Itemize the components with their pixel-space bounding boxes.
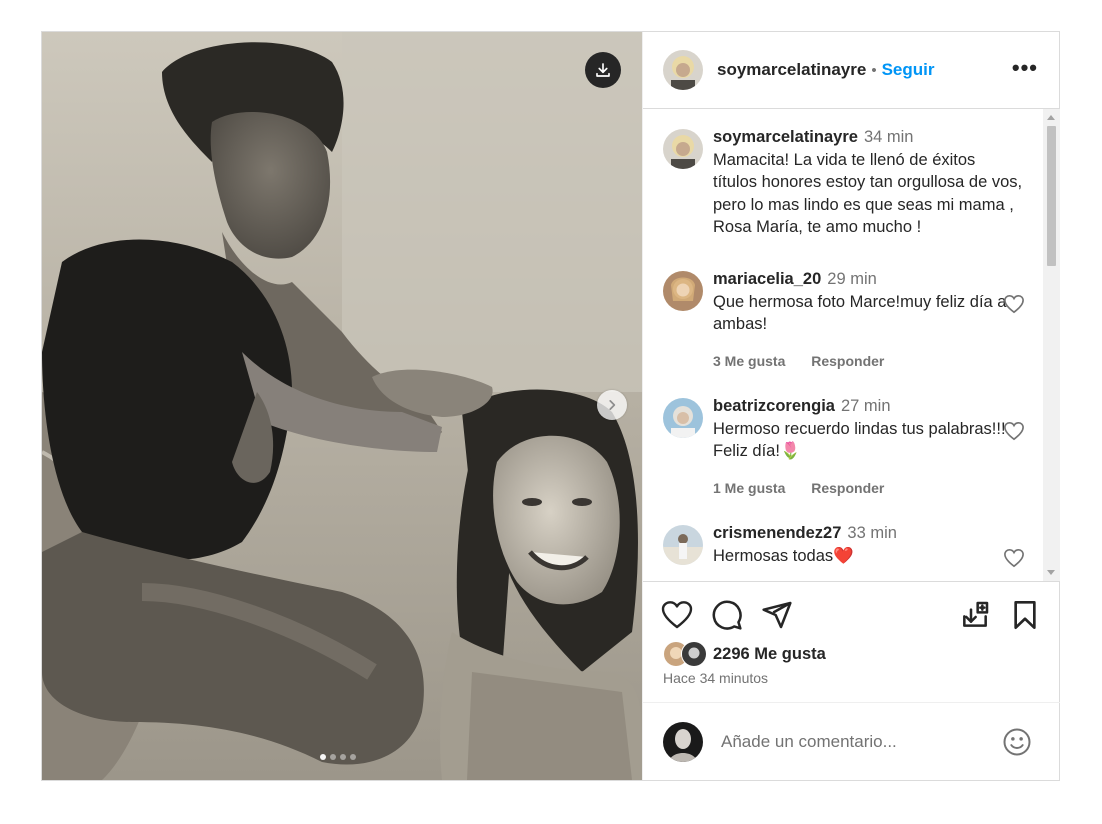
post-actions: 2296 Me gusta Hace 34 minutos [643,581,1060,702]
comment-likes[interactable]: 3 Me gusta [713,353,785,369]
comment-text: Que hermosa foto Marce!muy feliz día a a… [713,292,1007,334]
carousel-next-button[interactable] [597,390,627,420]
author-avatar[interactable] [663,129,703,169]
comment-username[interactable]: mariacelia_20 [713,270,821,288]
carousel-dot [340,754,346,760]
post-side-panel: soymarcelatinayre • Seguir ••• soymarcel… [642,32,1060,780]
comment-time: 33 min [847,524,897,542]
comments-list[interactable]: soymarcelatinayre 34 min Mamacita! La vid… [643,109,1060,581]
carousel-dot [350,754,356,760]
carousel-dot [330,754,336,760]
comment-text: Hermosas todas❤️ [713,546,854,565]
like-comment-heart-icon[interactable] [1003,294,1025,314]
comment-input[interactable] [719,731,983,753]
reply-button[interactable]: Responder [811,353,884,369]
liker-avatar [681,641,707,667]
author-avatar[interactable] [663,50,703,90]
likes-summary[interactable]: 2296 Me gusta [663,641,826,667]
share-send-icon[interactable] [761,599,793,631]
comment-likes[interactable]: 1 Me gusta [713,480,785,496]
caption: soymarcelatinayre 34 min Mamacita! La vid… [663,126,1023,239]
emoji-smiley-icon[interactable] [1002,727,1032,757]
bookmark-icon[interactable] [1009,599,1041,631]
comment-username[interactable]: beatrizcorengia [713,397,835,415]
caption-text: Mamacita! La vida te llenó de éxitos tít… [713,150,1023,237]
commenter-avatar[interactable] [663,525,703,565]
post-timestamp[interactable]: Hace 34 minutos [663,670,768,686]
comment-time: 27 min [840,397,891,415]
header-separator: • [871,61,877,79]
chevron-right-icon [609,400,616,410]
like-comment-heart-icon[interactable] [1003,548,1025,568]
comment-item: crismenendez27 33 min Hermosas todas❤️ [663,522,1025,568]
author-username[interactable]: soymarcelatinayre [717,60,866,80]
post-header: soymarcelatinayre • Seguir ••• [643,32,1060,109]
post-photo [42,32,642,780]
add-comment-bar [643,702,1060,781]
instagram-post-dialog: soymarcelatinayre • Seguir ••• soymarcel… [41,31,1060,781]
scrollbar-thumb[interactable] [1047,126,1056,266]
comment-time: 29 min [827,270,877,288]
more-options-icon[interactable]: ••• [1012,57,1038,79]
commenter-avatar[interactable] [663,398,703,438]
comment-bubble-icon[interactable] [711,599,743,631]
post-media[interactable] [42,32,642,780]
current-user-avatar [663,722,703,762]
scroll-down-arrow[interactable] [1047,570,1055,575]
comment-text: Hermoso recuerdo lindas tus palabras!!! … [713,419,1006,461]
comment-item: beatrizcorengia 27 min Hermoso recuerdo l… [663,395,1025,496]
scroll-up-arrow[interactable] [1047,115,1055,120]
comment-item: mariacelia_20 29 min Que hermosa foto Mar… [663,268,1025,369]
carousel-dot [320,754,326,760]
comment-username[interactable]: soymarcelatinayre [713,128,858,146]
commenter-avatar[interactable] [663,271,703,311]
comment-time: 34 min [863,128,914,146]
comment-username[interactable]: crismenendez27 [713,524,841,542]
download-button[interactable] [585,52,621,88]
comments-scrollbar[interactable] [1043,109,1060,581]
like-comment-heart-icon[interactable] [1003,421,1025,441]
download-icon [596,63,610,77]
follow-button[interactable]: Seguir [882,60,935,80]
likes-count[interactable]: 2296 Me gusta [713,645,826,664]
reply-button[interactable]: Responder [811,480,884,496]
like-heart-icon[interactable] [661,599,693,631]
carousel-indicators [320,754,356,760]
save-to-collection-icon[interactable] [959,599,991,631]
